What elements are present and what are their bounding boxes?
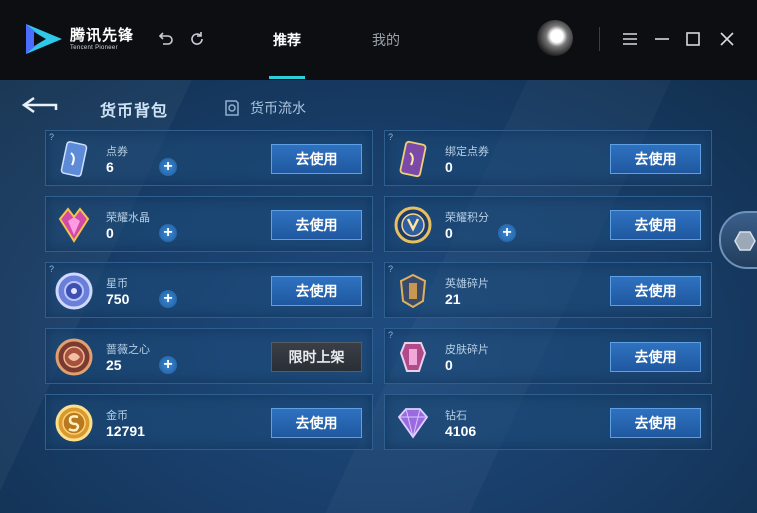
currency-value: 0	[445, 225, 453, 241]
currency-flow-label: 货币流水	[250, 100, 306, 116]
currency-name: 蔷薇之心	[106, 344, 150, 356]
use-button[interactable]: 去使用	[271, 408, 362, 438]
use-button[interactable]: 去使用	[610, 342, 701, 372]
skin-fragment-icon	[399, 342, 427, 372]
add-glory-points-button[interactable]: +	[498, 224, 516, 242]
use-button[interactable]: 去使用	[610, 144, 701, 174]
currency-value: 0	[445, 159, 453, 175]
currency-name: 英雄碎片	[445, 278, 489, 290]
back-arrow-icon[interactable]	[20, 94, 60, 118]
use-button[interactable]: 去使用	[271, 144, 362, 174]
bound-voucher-icon	[399, 140, 427, 178]
currency-value: 0	[445, 357, 453, 373]
rose-heart-icon	[55, 338, 93, 376]
diamond-icon	[397, 408, 429, 439]
currency-card-glory-crystal: 荣耀水晶 0 + 去使用	[45, 196, 373, 252]
brand-subtitle: Tencent Pioneer	[70, 45, 118, 51]
currency-value: 750	[106, 291, 130, 307]
currency-card-bound-voucher: ? 绑定点券 0 去使用	[384, 130, 712, 186]
currency-name: 点券	[106, 146, 128, 158]
currency-card-star-coin: ? 星币 750 + 去使用	[45, 262, 373, 318]
menu-icon[interactable]	[619, 28, 641, 50]
minimize-icon[interactable]	[651, 28, 673, 50]
glory-crystal-icon	[58, 207, 90, 243]
currency-card-gold-coin: 金币 12791 去使用	[45, 394, 373, 450]
currency-card-hero-fragment: ? 英雄碎片 21 去使用	[384, 262, 712, 318]
currency-value: 6	[106, 159, 114, 175]
currency-value: 25	[106, 357, 122, 373]
brand-name: 腾讯先锋	[70, 27, 135, 44]
ledger-icon	[225, 100, 239, 116]
use-button[interactable]: 去使用	[610, 276, 701, 306]
currency-value: 12791	[106, 423, 145, 439]
use-button[interactable]: 去使用	[271, 276, 362, 306]
side-expand-button[interactable]	[719, 211, 757, 269]
currency-card-skin-fragment: ? 皮肤碎片 0 去使用	[384, 328, 712, 384]
currency-value: 21	[445, 291, 461, 307]
panel-header: 货币背包 货币流水	[0, 80, 757, 130]
currency-name: 绑定点券	[445, 146, 489, 158]
currency-backpack-panel: 货币背包 货币流水 ? 点券 6 + 去使用 ? 绑定点券 0 去使用 荣耀水晶…	[0, 80, 757, 513]
star-coin-icon	[55, 272, 93, 310]
tab-mine[interactable]: 我的	[372, 30, 400, 50]
voucher-icon	[60, 141, 88, 177]
currency-card-voucher: ? 点券 6 + 去使用	[45, 130, 373, 186]
currency-name: 皮肤碎片	[445, 344, 489, 356]
use-button[interactable]: 去使用	[271, 210, 362, 240]
tencent-pioneer-logo-icon	[26, 24, 62, 54]
hexagon-icon	[734, 231, 756, 251]
gold-coin-icon	[55, 404, 93, 442]
currency-name: 星币	[106, 278, 128, 290]
currency-name: 荣耀水晶	[106, 212, 150, 224]
divider	[599, 27, 600, 51]
add-voucher-button[interactable]: +	[159, 158, 177, 176]
currency-card-diamond: 钻石 4106 去使用	[384, 394, 712, 450]
currency-card-glory-points: 荣耀积分 0 + 去使用	[384, 196, 712, 252]
undo-icon[interactable]	[155, 28, 177, 50]
tab-recommend[interactable]: 推荐	[273, 30, 301, 50]
maximize-icon[interactable]	[682, 28, 704, 50]
active-tab-indicator	[269, 76, 305, 79]
add-rose-heart-button[interactable]: +	[159, 356, 177, 374]
add-star-coin-button[interactable]: +	[159, 290, 177, 308]
currency-value: 0	[106, 225, 114, 241]
currency-card-rose-heart: 蔷薇之心 25 + 限时上架	[45, 328, 373, 384]
currency-name: 荣耀积分	[445, 212, 489, 224]
glory-points-icon	[394, 206, 432, 244]
currency-flow-link[interactable]: 货币流水	[222, 98, 306, 118]
brand: 腾讯先锋 Tencent Pioneer	[70, 28, 134, 52]
hero-fragment-icon	[399, 273, 427, 309]
close-icon[interactable]	[716, 28, 738, 50]
page-title: 货币背包	[100, 103, 169, 120]
use-button[interactable]: 去使用	[610, 408, 701, 438]
avatar[interactable]	[537, 20, 573, 56]
add-glory-crystal-button[interactable]: +	[159, 224, 177, 242]
refresh-icon[interactable]	[186, 28, 208, 50]
title-bar: 腾讯先锋 Tencent Pioneer 推荐 我的	[0, 0, 757, 80]
limited-time-button: 限时上架	[271, 342, 362, 372]
currency-value: 4106	[445, 423, 477, 439]
use-button[interactable]: 去使用	[610, 210, 701, 240]
currency-name: 金币	[106, 410, 128, 422]
currency-name: 钻石	[445, 410, 467, 422]
